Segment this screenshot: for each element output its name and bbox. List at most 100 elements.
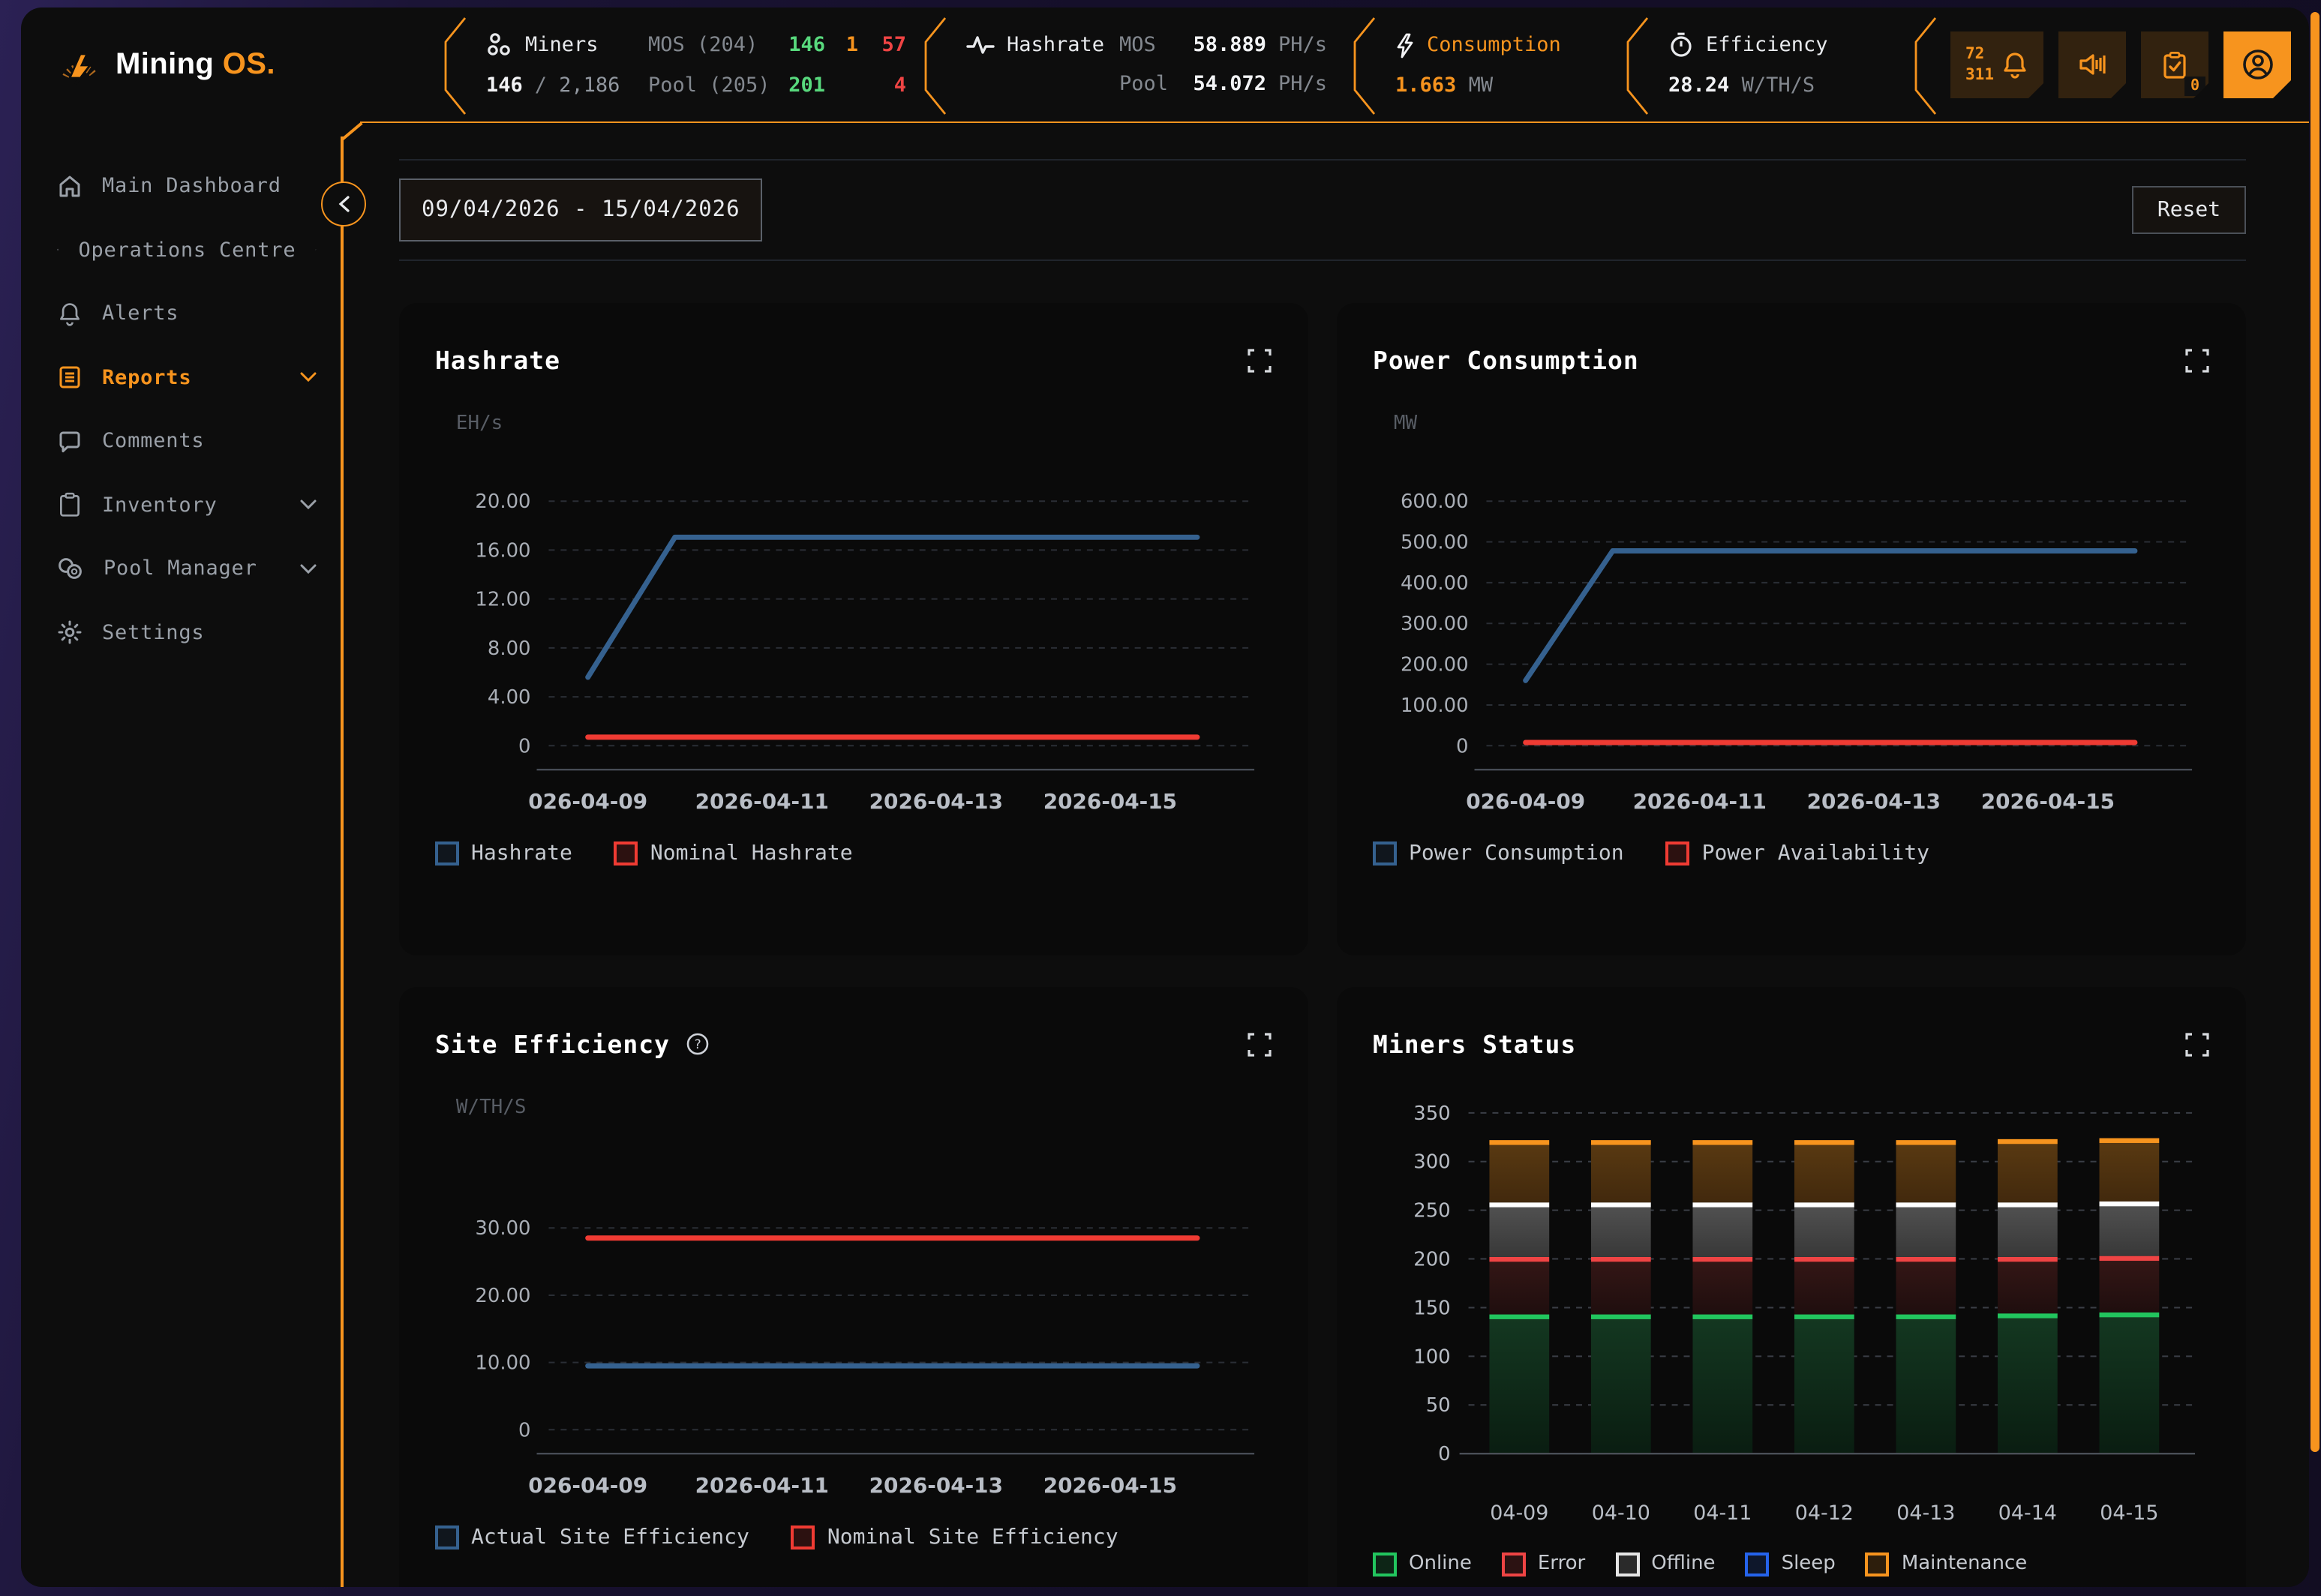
reports-file-icon bbox=[57, 365, 83, 391]
help-icon[interactable]: ? bbox=[685, 1032, 709, 1056]
page-scrollbar[interactable] bbox=[2310, 12, 2319, 1452]
sidebar-item-comments[interactable]: Comments bbox=[21, 410, 341, 473]
sidebar-item-operations-centre[interactable]: Operations Centre bbox=[21, 218, 341, 282]
chevron-down-icon bbox=[300, 564, 317, 574]
header-divider bbox=[1623, 8, 1650, 123]
sidebar-item-label: Settings bbox=[102, 621, 204, 645]
hashrate-mos-value: 58.889 bbox=[1185, 33, 1266, 57]
legend-label: Sleep bbox=[1782, 1553, 1836, 1576]
inventory-clipboard-icon bbox=[57, 493, 83, 518]
svg-text:8.00: 8.00 bbox=[488, 638, 531, 660]
miners-mos-group: MOS (204) bbox=[648, 33, 768, 57]
legend-swatch bbox=[435, 1526, 459, 1550]
svg-text:2026-04-15: 2026-04-15 bbox=[1043, 1473, 1177, 1498]
sidebar-item-settings[interactable]: Settings bbox=[21, 601, 341, 664]
tasks-badge: 0 bbox=[2184, 76, 2205, 95]
expand-icon[interactable] bbox=[2184, 347, 2210, 373]
miners-mos-online: 146 bbox=[780, 33, 825, 57]
activity-icon bbox=[966, 34, 995, 56]
header: Mining OS. Miners MOS (204) 146 1 57 bbox=[21, 8, 2309, 122]
sidebar-item-alerts[interactable]: Alerts bbox=[21, 282, 341, 346]
settings-gear-icon bbox=[57, 620, 83, 646]
svg-text:20.00: 20.00 bbox=[475, 1285, 530, 1307]
clipboard-check-icon bbox=[2162, 50, 2187, 79]
hashrate-pool-value: 54.072 bbox=[1185, 72, 1266, 96]
svg-text:MW: MW bbox=[1394, 412, 1418, 434]
date-range-input[interactable] bbox=[399, 178, 762, 242]
collapse-chevron-icon bbox=[337, 195, 350, 213]
card-title: Miners Status bbox=[1373, 1030, 1576, 1058]
legend-item[interactable]: Error bbox=[1502, 1552, 1585, 1576]
user-icon bbox=[2239, 46, 2275, 82]
charts-grid: Hashrate EH/s20.0016.0012.008.004.000026… bbox=[399, 303, 2246, 1587]
header-buttons: 72311 bbox=[1950, 31, 2291, 98]
svg-text:04-13: 04-13 bbox=[1896, 1502, 1955, 1525]
miners-status-card: Miners Status 35030025020015010050004-09… bbox=[1337, 987, 2246, 1587]
sound-button[interactable] bbox=[2058, 31, 2126, 98]
expand-icon[interactable] bbox=[2184, 1031, 2210, 1057]
card-title: Power Consumption bbox=[1373, 346, 1639, 374]
header-accent-border bbox=[360, 121, 2309, 123]
power-consumption-legend: Power Consumption Power Availability bbox=[1373, 842, 2210, 866]
svg-text:0: 0 bbox=[1438, 1443, 1450, 1466]
svg-text:300: 300 bbox=[1413, 1151, 1450, 1174]
sidebar-item-main-dashboard[interactable]: Main Dashboard bbox=[21, 154, 341, 218]
chevron-down-icon bbox=[300, 373, 317, 383]
miners-total: 146/2,186 bbox=[486, 74, 636, 98]
svg-text:200.00: 200.00 bbox=[1401, 654, 1469, 676]
svg-text:04-11: 04-11 bbox=[1693, 1502, 1752, 1525]
sidebar-accent-border bbox=[341, 136, 343, 1587]
svg-text:2026-04-15: 2026-04-15 bbox=[1043, 789, 1177, 814]
sidebar-item-label: Reports bbox=[102, 366, 191, 390]
notifications-button[interactable]: 72311 bbox=[1950, 31, 2043, 98]
sidebar-collapse-button[interactable] bbox=[321, 182, 366, 226]
bell-icon bbox=[2001, 50, 2028, 79]
sidebar-item-pool-manager[interactable]: Pool Manager bbox=[21, 537, 341, 601]
legend-item[interactable]: Sleep bbox=[1746, 1552, 1836, 1576]
svg-text:2026-04-13: 2026-04-13 bbox=[869, 1473, 1003, 1498]
sidebar-item-reports[interactable]: Reports bbox=[21, 346, 341, 410]
svg-text:10.00: 10.00 bbox=[475, 1352, 530, 1375]
chevron-down-icon bbox=[315, 245, 317, 256]
legend-label: Error bbox=[1538, 1553, 1585, 1576]
svg-text:16.00: 16.00 bbox=[475, 539, 530, 562]
header-divider bbox=[441, 8, 468, 123]
miners-pool-group: Pool (205) bbox=[648, 74, 768, 98]
legend-item[interactable]: Maintenance bbox=[1866, 1552, 2027, 1576]
miners-pool-error: 4 bbox=[870, 74, 906, 98]
legend-item[interactable]: Offline bbox=[1615, 1552, 1715, 1576]
mining-os-app: Mining OS. Miners MOS (204) 146 1 57 bbox=[0, 0, 2321, 1596]
legend-item[interactable]: Nominal Hashrate bbox=[614, 842, 853, 866]
app-title: Mining OS. bbox=[116, 47, 275, 82]
svg-text:026-04-09: 026-04-09 bbox=[528, 1473, 647, 1498]
account-button[interactable] bbox=[2223, 31, 2291, 98]
svg-text:W/TH/S: W/TH/S bbox=[456, 1096, 527, 1118]
comments-bubble-icon bbox=[57, 429, 83, 454]
svg-text:026-04-09: 026-04-09 bbox=[1466, 789, 1585, 814]
site-efficiency-chart: W/TH/S30.0020.0010.000026-04-092026-04-1… bbox=[435, 1077, 1272, 1514]
stopwatch-icon bbox=[1668, 32, 1694, 58]
legend-label: Offline bbox=[1651, 1553, 1715, 1576]
legend-item[interactable]: Actual Site Efficiency bbox=[435, 1526, 749, 1550]
svg-text:500.00: 500.00 bbox=[1401, 532, 1469, 554]
legend-item[interactable]: Online bbox=[1373, 1552, 1472, 1576]
header-consumption-stats: Consumption 1.663 MW bbox=[1377, 32, 1623, 97]
legend-swatch bbox=[791, 1526, 815, 1550]
sidebar-item-inventory[interactable]: Inventory bbox=[21, 473, 341, 537]
expand-icon[interactable] bbox=[1247, 1031, 1272, 1057]
expand-icon[interactable] bbox=[1247, 347, 1272, 373]
legend-item[interactable]: Power Consumption bbox=[1373, 842, 1624, 866]
tasks-button[interactable]: 0 bbox=[2141, 31, 2208, 98]
sidebar-item-label: Comments bbox=[102, 430, 204, 454]
svg-text:026-04-09: 026-04-09 bbox=[528, 789, 647, 814]
svg-text:2026-04-15: 2026-04-15 bbox=[1981, 789, 2115, 814]
reset-button[interactable]: Reset bbox=[2132, 186, 2246, 234]
legend-label: Nominal Hashrate bbox=[650, 842, 853, 866]
miners-label: Miners bbox=[525, 33, 599, 57]
legend-item[interactable]: Power Availability bbox=[1666, 842, 1929, 866]
miners-status-chart: 35030025020015010050004-0904-1004-1104-1… bbox=[1373, 1077, 2210, 1538]
legend-item[interactable]: Hashrate bbox=[435, 842, 572, 866]
legend-swatch bbox=[1373, 1552, 1397, 1576]
pool-coins-icon bbox=[57, 557, 84, 581]
legend-item[interactable]: Nominal Site Efficiency bbox=[791, 1526, 1118, 1550]
